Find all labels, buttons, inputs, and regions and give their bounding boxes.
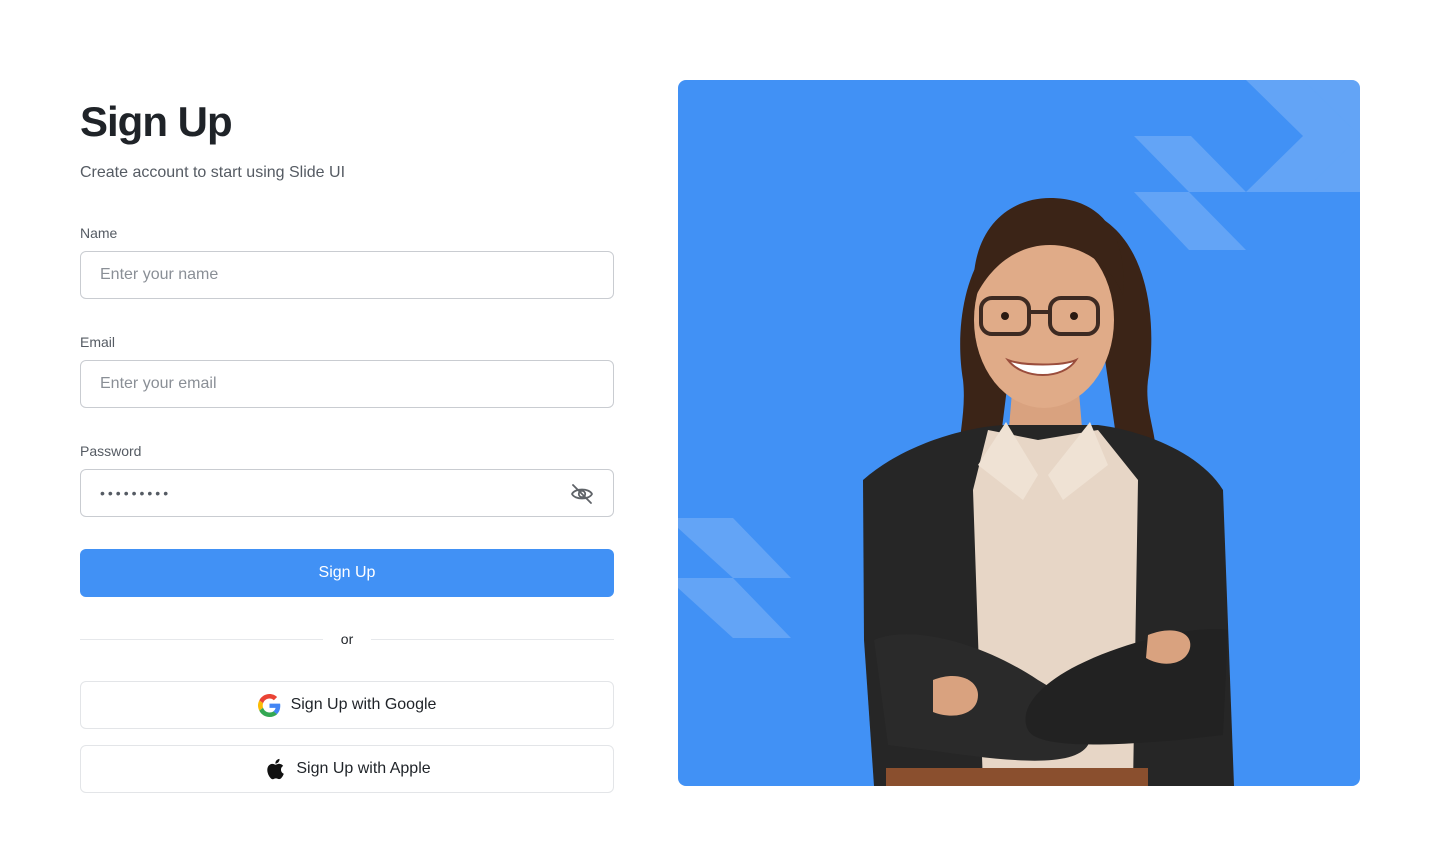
email-input[interactable] bbox=[81, 361, 613, 407]
email-field-group: Email bbox=[80, 333, 614, 408]
password-label: Password bbox=[80, 443, 142, 459]
or-divider: or bbox=[80, 629, 615, 649]
apple-signup-button[interactable]: Sign Up with Apple bbox=[80, 745, 614, 793]
password-input-box bbox=[80, 469, 614, 517]
name-field-group: Name bbox=[80, 224, 614, 299]
eye-off-icon[interactable] bbox=[569, 482, 595, 506]
name-input[interactable] bbox=[81, 252, 613, 298]
hero-illustration bbox=[678, 80, 1360, 786]
signup-form: Sign Up Create account to start using Sl… bbox=[80, 96, 615, 793]
signup-button[interactable]: Sign Up bbox=[80, 549, 614, 597]
decorative-chevrons-bottom bbox=[678, 518, 791, 638]
google-icon bbox=[258, 693, 282, 717]
signup-page: Sign Up Create account to start using Sl… bbox=[0, 0, 1440, 866]
apple-icon bbox=[263, 757, 287, 781]
password-input[interactable] bbox=[81, 470, 613, 516]
name-input-box bbox=[80, 251, 614, 299]
page-title: Sign Up bbox=[80, 98, 233, 145]
email-label: Email bbox=[80, 334, 116, 350]
name-label: Name bbox=[80, 225, 118, 241]
divider-line-right bbox=[371, 638, 615, 640]
divider-line-left bbox=[80, 638, 323, 640]
google-signup-button[interactable]: Sign Up with Google bbox=[80, 681, 614, 729]
password-field-group: Password bbox=[80, 442, 614, 517]
apple-signup-label: Sign Up with Apple bbox=[296, 760, 431, 777]
email-input-box bbox=[80, 360, 614, 408]
page-subtitle: Create account to start using Slide UI bbox=[80, 164, 346, 181]
google-signup-label: Sign Up with Google bbox=[290, 696, 437, 713]
decorative-chevrons-top bbox=[1134, 80, 1360, 250]
woman-figure bbox=[863, 198, 1234, 786]
hero-image-panel bbox=[678, 80, 1360, 786]
divider-text: or bbox=[340, 631, 354, 647]
